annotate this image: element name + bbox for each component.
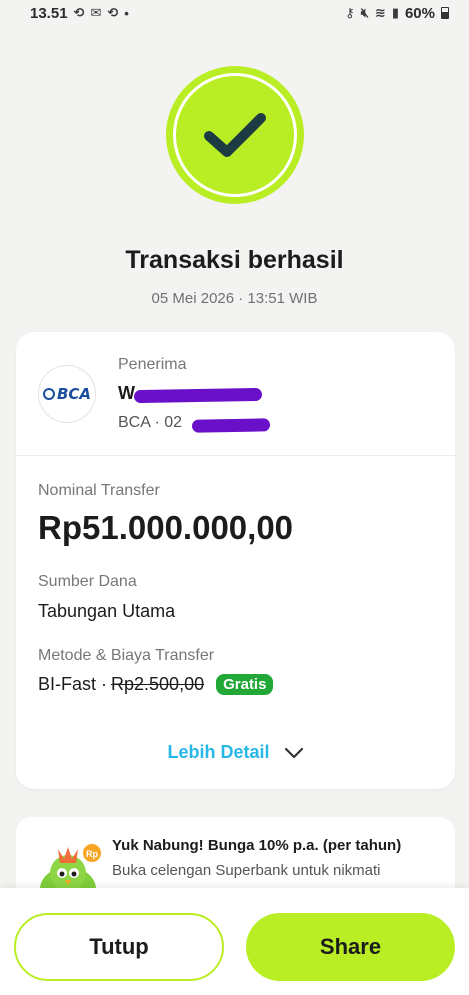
method-name: BI-Fast · — [38, 674, 108, 694]
recipient-account: BCA · 02 — [118, 414, 183, 431]
source-value: Tabungan Utama — [38, 601, 176, 621]
source-label: Sumber Dana — [38, 573, 137, 590]
status-right: ⚷ 🔇︎ ≋ ▮ 60% — [345, 5, 449, 22]
method-row: BI-Fast · Rp2.500,00 Gratis — [38, 674, 274, 695]
checkmark-icon — [204, 113, 266, 157]
success-check-icon — [166, 66, 304, 204]
chevron-down-icon — [284, 747, 303, 758]
recipient-name: W — [118, 383, 135, 403]
mute-icon: 🔇︎ — [360, 5, 369, 20]
more-detail-label: Lebih Detail — [167, 742, 270, 762]
status-left: 13.51 ⟲ ✉ ⟲ • — [30, 5, 129, 22]
key-icon: ⚷ — [345, 5, 355, 20]
close-button[interactable]: Tutup — [14, 913, 224, 981]
transaction-timestamp: 05 Mei 2026 · 13:51 WIB — [151, 290, 318, 307]
method-fee: Rp2.500,00 — [111, 674, 205, 694]
mail-icon: ✉ — [90, 5, 102, 20]
svg-text:Rp: Rp — [86, 849, 98, 859]
bottom-action-bar: Tutup Share — [0, 888, 469, 995]
status-bar: 13.51 ⟲ ✉ ⟲ • ⚷ 🔇︎ ≋ ▮ 60% — [0, 0, 469, 26]
signal-icon: ▮ — [391, 5, 399, 20]
recipient-label: Penerima — [118, 356, 187, 373]
promo-title: Yuk Nabung! Bunga 10% p.a. (per tahun) — [112, 837, 402, 854]
page-title: Transaksi berhasil — [125, 246, 344, 274]
wifi-icon: ≋ — [374, 5, 386, 20]
dot-icon: • — [124, 5, 129, 21]
battery-text: 60% — [404, 4, 435, 22]
sync-icon: ⟲ — [73, 5, 85, 20]
more-detail-button[interactable]: Lebih Detail — [16, 742, 455, 763]
bank-logo-mark — [42, 388, 55, 400]
nominal-value: Rp51.000.000,00 — [38, 509, 294, 546]
name-redaction — [133, 387, 263, 404]
transaction-card: BCA Penerima W BCA · 02 Nominal Transfer… — [16, 332, 455, 789]
method-label: Metode & Biaya Transfer — [38, 647, 215, 664]
nominal-label: Nominal Transfer — [38, 482, 160, 499]
recipient-section: BCA Penerima W BCA · 02 — [16, 332, 455, 456]
promo-text: Buka celengan Superbank untuk nikmati — [112, 862, 381, 879]
bank-logo: BCA — [38, 365, 96, 423]
bank-logo-text: BCA — [56, 385, 92, 403]
battery-icon — [441, 7, 449, 19]
account-redaction — [191, 418, 271, 433]
status-time: 13.51 — [30, 4, 68, 22]
free-badge: Gratis — [216, 674, 274, 695]
sync-icon-2: ⟲ — [107, 5, 119, 20]
share-button[interactable]: Share — [246, 913, 455, 981]
